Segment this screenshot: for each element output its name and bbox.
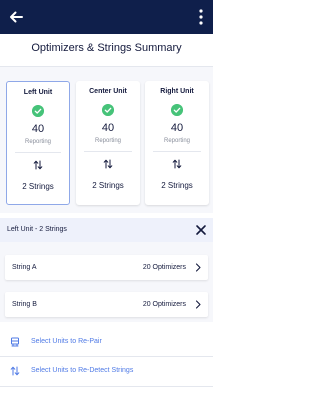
unit-detail-header: Left Unit - 2 Strings (0, 218, 213, 242)
strings-count: 2 Strings (161, 181, 193, 190)
unit-detail-title: Left Unit - 2 Strings (7, 226, 67, 233)
arrow-left-icon[interactable] (6, 7, 26, 27)
check-circle-icon (32, 105, 44, 117)
unit-name: Left Unit (23, 89, 53, 96)
swap-vertical-icon (103, 159, 113, 169)
reporting-label: Reporting (163, 138, 190, 144)
top-app-bar (0, 0, 213, 34)
divider (0, 386, 213, 387)
unit-card-center[interactable]: Center Unit 40 Reporting 2 Strings (76, 81, 140, 205)
pair-device-icon (11, 337, 19, 347)
reporting-count: 40 (170, 122, 184, 134)
divider (0, 356, 213, 357)
reporting-count: 40 (31, 123, 45, 135)
divider (84, 151, 132, 152)
re-detect-strings-label: Select Units to Re-Detect Strings (31, 367, 134, 374)
swap-vertical-icon (33, 160, 43, 170)
more-vertical-icon[interactable] (193, 7, 209, 27)
close-icon[interactable] (195, 224, 207, 236)
check-circle-icon (171, 104, 183, 116)
re-pair-label: Select Units to Re-Pair (31, 338, 102, 345)
reporting-count: 40 (101, 122, 115, 134)
unit-name: Right Unit (160, 88, 194, 95)
string-row-a[interactable]: String A 20 Optimizers (5, 255, 208, 280)
divider (153, 151, 201, 152)
string-name: String B (12, 301, 37, 308)
strings-count: 2 Strings (22, 182, 54, 191)
chevron-right-icon (195, 300, 201, 309)
check-circle-icon (102, 104, 114, 116)
optimizer-count: 20 Optimizers (142, 264, 186, 271)
unit-name: Center Unit (89, 88, 127, 95)
chevron-right-icon (195, 263, 201, 272)
page-title: Optimizers & Strings Summary (31, 42, 182, 54)
reporting-label: Reporting (94, 138, 121, 144)
string-name: String A (12, 264, 37, 271)
re-pair-action[interactable]: Select Units to Re-Pair (0, 329, 213, 356)
re-detect-strings-action[interactable]: Select Units to Re-Detect Strings (0, 358, 213, 385)
unit-card-left[interactable]: Left Unit 40 Reporting 2 Strings (6, 81, 70, 205)
divider (15, 152, 61, 153)
string-row-b[interactable]: String B 20 Optimizers (5, 292, 208, 317)
swap-vertical-icon (172, 159, 182, 169)
unit-card-right[interactable]: Right Unit 40 Reporting 2 Strings (145, 81, 209, 205)
reporting-label: Reporting (24, 139, 51, 145)
swap-vertical-icon (10, 366, 20, 376)
strings-count: 2 Strings (92, 181, 124, 190)
optimizer-count: 20 Optimizers (142, 301, 186, 308)
